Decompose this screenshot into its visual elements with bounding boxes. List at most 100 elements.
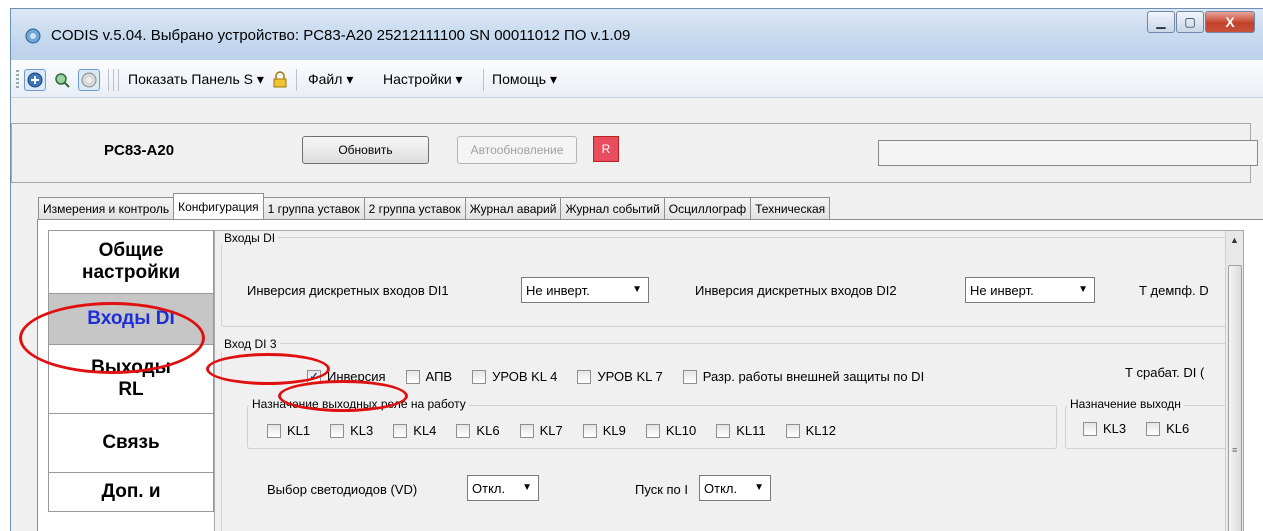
configuration-panel: Общие настройки Входы DI Выходы RL Связь… xyxy=(37,219,1263,531)
toolbar-separator xyxy=(118,69,119,91)
relay-kl1-checkbox[interactable]: KL1 xyxy=(267,423,310,438)
show-panel-menu[interactable]: Показать Панель S ▾ xyxy=(128,71,264,88)
recording-indicator[interactable]: R xyxy=(593,136,619,162)
tab-fault-log[interactable]: Журнал аварий xyxy=(464,197,562,219)
nav-communication[interactable]: Связь xyxy=(48,413,214,473)
t-damp-label: Т демпф. D xyxy=(1139,283,1209,298)
checkbox-box xyxy=(582,423,597,438)
tab-measurements[interactable]: Измерения и контроль xyxy=(38,197,175,219)
relay-kl3-checkbox[interactable]: KL3 xyxy=(330,423,373,438)
di3-options: ✓ Инверсия АПВ УРОВ KL 4 УРОВ KL 7 Разр. … xyxy=(307,369,944,384)
app-window: CODIS v.5.04. Выбрано устройство: PC83-A… xyxy=(10,8,1263,531)
start-i-select[interactable]: Откл. ▼ xyxy=(699,475,771,501)
relay-kl12-checkbox[interactable]: KL12 xyxy=(785,423,836,438)
relay-group-title: Назначение выходных реле на работу xyxy=(249,397,469,411)
toolbar-grip[interactable] xyxy=(16,70,19,90)
relay-kl10-checkbox[interactable]: KL10 xyxy=(645,423,696,438)
file-menu[interactable]: Файл ▾ xyxy=(308,71,353,88)
nav-additional[interactable]: Доп. и xyxy=(48,472,214,512)
window-title: CODIS v.5.04. Выбрано устройство: PC83-A… xyxy=(51,27,631,44)
t-trip-label: Т срабат. DI ( xyxy=(1125,365,1205,380)
checkbox-box xyxy=(1083,421,1097,436)
checkbox-box xyxy=(682,369,697,384)
connect-icon[interactable] xyxy=(24,69,46,91)
disconnect-icon[interactable] xyxy=(78,69,100,91)
search-icon[interactable] xyxy=(51,69,73,91)
minimize-button[interactable]: ▁ xyxy=(1147,11,1175,33)
relay-kl11-checkbox[interactable]: KL11 xyxy=(716,423,766,438)
relay-kl9-checkbox[interactable]: KL9 xyxy=(582,423,626,438)
ext-protection-checkbox[interactable]: Разр. работы внешней защиты по DI xyxy=(682,369,924,384)
checkbox-box: ✓ xyxy=(307,369,321,384)
checkbox-box xyxy=(577,369,592,384)
checkbox-box xyxy=(456,423,471,438)
start-i-label: Пуск по I xyxy=(635,482,688,497)
main-tabs: Измерения и контроль Конфигурация 1 груп… xyxy=(38,193,831,219)
nav-inputs-di[interactable]: Входы DI xyxy=(48,293,214,345)
tab-technical[interactable]: Техническая xyxy=(750,197,831,219)
settings-menu[interactable]: Настройки ▾ xyxy=(383,71,463,88)
title-bar: CODIS v.5.04. Выбрано устройство: PC83-A… xyxy=(11,9,1263,60)
checkbox-box xyxy=(519,423,534,438)
di-settings-content: Входы DI Инверсия дискретных входов DI1 … xyxy=(214,230,1244,531)
toolbar-separator xyxy=(108,69,109,91)
chevron-down-icon: ▼ xyxy=(754,482,764,493)
window-controls: ▁ ▢ X xyxy=(1146,11,1255,33)
chevron-down-icon: ▼ xyxy=(522,482,532,493)
grip-icon: ≡ xyxy=(1232,445,1238,455)
tab-oscillograph[interactable]: Осциллограф xyxy=(663,197,752,219)
chevron-down-icon: ▼ xyxy=(632,284,642,295)
inv-di2-label: Инверсия дискретных входов DI2 xyxy=(695,283,897,298)
checkbox-box xyxy=(1146,421,1161,436)
tab-settings-group-1[interactable]: 1 группа уставок xyxy=(262,197,365,219)
checkbox-box xyxy=(785,423,800,438)
tab-event-log[interactable]: Журнал событий xyxy=(560,197,665,219)
urov-kl7-checkbox[interactable]: УРОВ KL 7 xyxy=(577,369,663,384)
relay2-options: KL3 KL6 xyxy=(1083,421,1209,436)
relay-options: KL1 KL3 KL4 KL6 KL7 KL9 KL10 KL11 KL12 xyxy=(267,423,856,438)
vertical-scrollbar[interactable]: ▲ ≡ xyxy=(1225,231,1243,531)
di-group-title: Входы DI xyxy=(221,231,279,245)
relay2-kl3-checkbox[interactable]: KL3 xyxy=(1083,421,1126,436)
di3-group-title: Вход DI 3 xyxy=(221,337,280,351)
relay-kl6-checkbox[interactable]: KL6 xyxy=(456,423,500,438)
apv-checkbox[interactable]: АПВ xyxy=(405,369,452,384)
checkbox-box xyxy=(472,369,487,384)
chevron-down-icon: ▼ xyxy=(1078,284,1088,295)
help-menu[interactable]: Помощь ▾ xyxy=(492,71,557,88)
checkbox-box xyxy=(716,423,731,438)
checkbox-box xyxy=(645,423,660,438)
nav-general-settings[interactable]: Общие настройки xyxy=(48,230,214,294)
inversion-checkbox[interactable]: ✓ Инверсия xyxy=(307,369,386,384)
autorefresh-button[interactable]: Автообновление xyxy=(457,136,577,164)
inv-di2-select[interactable]: Не инверт. ▼ xyxy=(965,277,1095,303)
lock-icon[interactable] xyxy=(269,69,291,91)
vd-label: Выбор светодиодов (VD) xyxy=(267,482,418,497)
device-panel: PC83-A20 Обновить Автообновление R xyxy=(11,123,1258,183)
relay-group2-title: Назначение выходн xyxy=(1067,397,1184,411)
scroll-thumb[interactable]: ≡ xyxy=(1228,265,1242,531)
refresh-button[interactable]: Обновить xyxy=(302,136,429,164)
close-button[interactable]: X xyxy=(1205,11,1255,33)
checkbox-box xyxy=(393,423,408,438)
toolbar-separator xyxy=(113,69,114,91)
inv-di1-select[interactable]: Не инверт. ▼ xyxy=(521,277,649,303)
urov-kl4-checkbox[interactable]: УРОВ KL 4 xyxy=(472,369,557,384)
tab-configuration[interactable]: Конфигурация xyxy=(173,193,264,219)
relay-kl7-checkbox[interactable]: KL7 xyxy=(519,423,563,438)
vd-select[interactable]: Откл. ▼ xyxy=(467,475,539,501)
menu-toolbar: Показать Панель S ▾ Файл ▾ Настройки ▾ П… xyxy=(11,60,1263,98)
toolbar-separator xyxy=(296,69,297,91)
maximize-button[interactable]: ▢ xyxy=(1176,11,1204,33)
inv-di1-label: Инверсия дискретных входов DI1 xyxy=(247,283,449,298)
checkbox-box xyxy=(405,369,420,384)
app-icon xyxy=(25,28,41,44)
relay2-kl6-checkbox[interactable]: KL6 xyxy=(1146,421,1189,436)
device-bar: PC83-A20 Обновить Автообновление R xyxy=(11,99,1263,197)
relay-kl4-checkbox[interactable]: KL4 xyxy=(393,423,436,438)
tab-settings-group-2[interactable]: 2 группа уставок xyxy=(363,197,466,219)
checkbox-box xyxy=(330,423,345,438)
scroll-up-icon[interactable]: ▲ xyxy=(1226,231,1243,249)
config-nav: Общие настройки Входы DI Выходы RL Связь… xyxy=(48,230,214,512)
nav-outputs-rl[interactable]: Выходы RL xyxy=(48,344,214,414)
